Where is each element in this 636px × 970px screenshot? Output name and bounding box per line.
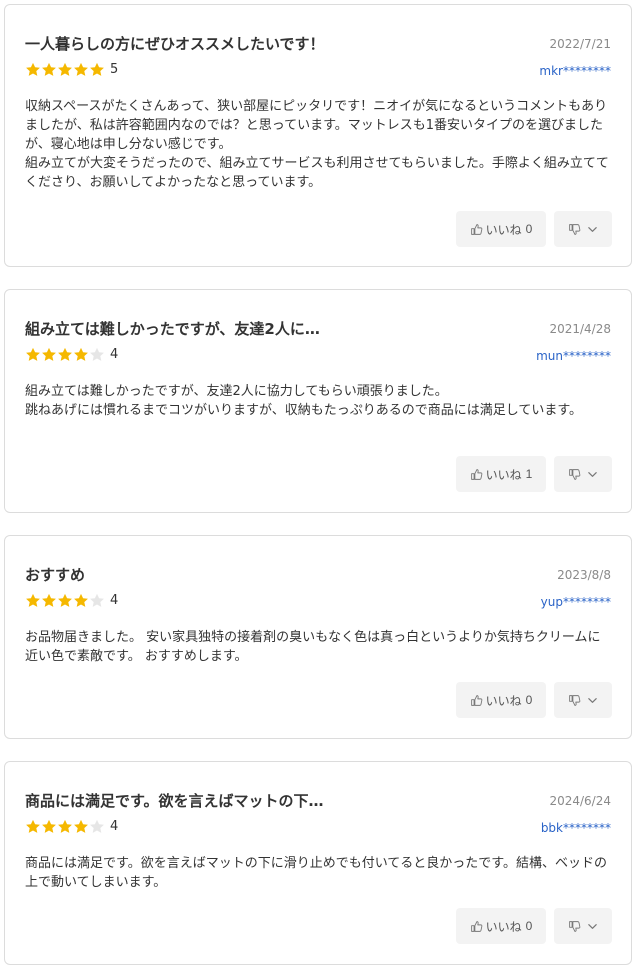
reviewer-name-link[interactable]: bbk******** — [541, 820, 611, 836]
review-paragraph: 組み立ては難しかったですが、友達2人に協力してもらい頑張りました。 — [25, 384, 448, 399]
star-filled-icon — [25, 593, 41, 609]
star-rating: 4 — [25, 346, 118, 364]
star-rating: 4 — [25, 818, 118, 836]
star-filled-icon — [73, 347, 89, 363]
like-button[interactable]: いいね 0 — [456, 211, 546, 247]
star-filled-icon — [57, 593, 73, 609]
review-body: 商品には満足です。欲を言えばマットの下に滑り止めでも付いてると良かったです。結構… — [25, 854, 611, 892]
like-label: いいね — [485, 467, 522, 482]
review-paragraph: 組み立てが大変そうだったので、組み立てサービスも利用させてもらいました。手際よく… — [25, 156, 609, 190]
dislike-button[interactable] — [554, 682, 612, 718]
star-filled-icon — [57, 347, 73, 363]
review-title: 組み立ては難しかったですが、友達2人に… — [25, 320, 320, 338]
like-button[interactable]: いいね 0 — [456, 682, 546, 718]
rating-value: 5 — [110, 62, 119, 77]
chevron-down-icon — [587, 469, 598, 480]
review-title: 商品には満足です。欲を言えばマットの下… — [25, 792, 324, 810]
thumbs-down-icon — [568, 694, 587, 707]
like-label: いいね — [485, 919, 522, 934]
thumbs-up-icon — [470, 223, 486, 236]
star-filled-icon — [25, 62, 41, 78]
star-rating: 4 — [25, 592, 118, 610]
review-card: 商品には満足です。欲を言えばマットの下… 2024/6/24 4 bbk*******… — [4, 761, 632, 965]
rating-value: 4 — [110, 819, 119, 834]
chevron-down-icon — [587, 695, 598, 706]
like-count: 0 — [525, 222, 533, 236]
thumbs-up-icon — [470, 920, 486, 933]
star-filled-icon — [41, 62, 57, 78]
star-filled-icon — [73, 819, 89, 835]
review-date: 2021/4/28 — [549, 322, 611, 336]
star-filled-icon — [73, 62, 89, 78]
star-filled-icon — [41, 819, 57, 835]
review-date: 2023/8/8 — [557, 568, 611, 582]
like-count: 0 — [525, 693, 533, 707]
review-body: お品物届きました。 安い家具独特の接着剤の臭いもなく色は真っ白というよりか気持ち… — [25, 628, 611, 666]
chevron-down-icon — [587, 921, 598, 932]
review-card: 組み立ては難しかったですが、友達2人に… 2021/4/28 4 mun*******… — [4, 289, 632, 513]
review-body: 収納スペースがたくさんあって、狭い部屋にピッタリです！ニオイが気になるというコメ… — [25, 97, 611, 192]
like-label: いいね — [485, 693, 522, 708]
star-filled-icon — [89, 62, 105, 78]
chevron-down-icon — [587, 224, 598, 235]
thumbs-down-icon — [568, 468, 587, 481]
star-empty-icon — [89, 347, 105, 363]
review-paragraph: お品物届きました。 安い家具独特の接着剤の臭いもなく色は真っ白というよりか気持ち… — [25, 630, 601, 664]
star-rating: 5 — [25, 61, 118, 79]
thumbs-up-icon — [470, 694, 486, 707]
star-filled-icon — [57, 819, 73, 835]
review-date: 2022/7/21 — [549, 37, 611, 51]
review-paragraph: 跳ねあげには慣れるまでコツがいりますが、収納もたっぷりあるので商品には満足してい… — [25, 403, 583, 418]
reviewer-name-link[interactable]: yup******** — [541, 594, 611, 610]
star-filled-icon — [41, 347, 57, 363]
rating-value: 4 — [110, 347, 119, 362]
review-paragraph: 収納スペースがたくさんあって、狭い部屋にピッタリです！ニオイが気になるというコメ… — [25, 99, 608, 152]
like-count: 1 — [525, 467, 533, 481]
dislike-button[interactable] — [554, 211, 612, 247]
star-empty-icon — [89, 819, 105, 835]
review-card: 一人暮らしの方にぜひオススメしたいです！ 2022/7/21 5 mkr*******… — [4, 4, 632, 267]
dislike-button[interactable] — [554, 456, 612, 492]
review-title: 一人暮らしの方にぜひオススメしたいです！ — [25, 35, 325, 53]
review-paragraph: 商品には満足です。欲を言えばマットの下に滑り止めでも付いてると良かったです。結構… — [25, 856, 608, 890]
like-button[interactable]: いいね 1 — [456, 456, 546, 492]
like-count: 0 — [525, 919, 533, 933]
reviewer-name-link[interactable]: mun******** — [536, 348, 611, 364]
star-filled-icon — [25, 819, 41, 835]
star-filled-icon — [25, 347, 41, 363]
star-filled-icon — [41, 593, 57, 609]
like-button[interactable]: いいね 0 — [456, 908, 546, 944]
dislike-button[interactable] — [554, 908, 612, 944]
rating-value: 4 — [110, 593, 119, 608]
star-filled-icon — [57, 62, 73, 78]
reviewer-name-link[interactable]: mkr******** — [539, 63, 611, 79]
star-filled-icon — [73, 593, 89, 609]
review-title: おすすめ — [25, 566, 86, 584]
like-label: いいね — [485, 222, 522, 237]
review-date: 2024/6/24 — [549, 794, 611, 808]
review-body: 組み立ては難しかったですが、友達2人に協力してもらい頑張りました。跳ねあげには慣… — [25, 382, 611, 420]
star-empty-icon — [89, 593, 105, 609]
thumbs-down-icon — [568, 223, 587, 236]
thumbs-down-icon — [568, 920, 587, 933]
thumbs-up-icon — [470, 468, 486, 481]
review-card: おすすめ 2023/8/8 4 yup******** お品物届きました。 安い家具独特… — [4, 535, 632, 739]
